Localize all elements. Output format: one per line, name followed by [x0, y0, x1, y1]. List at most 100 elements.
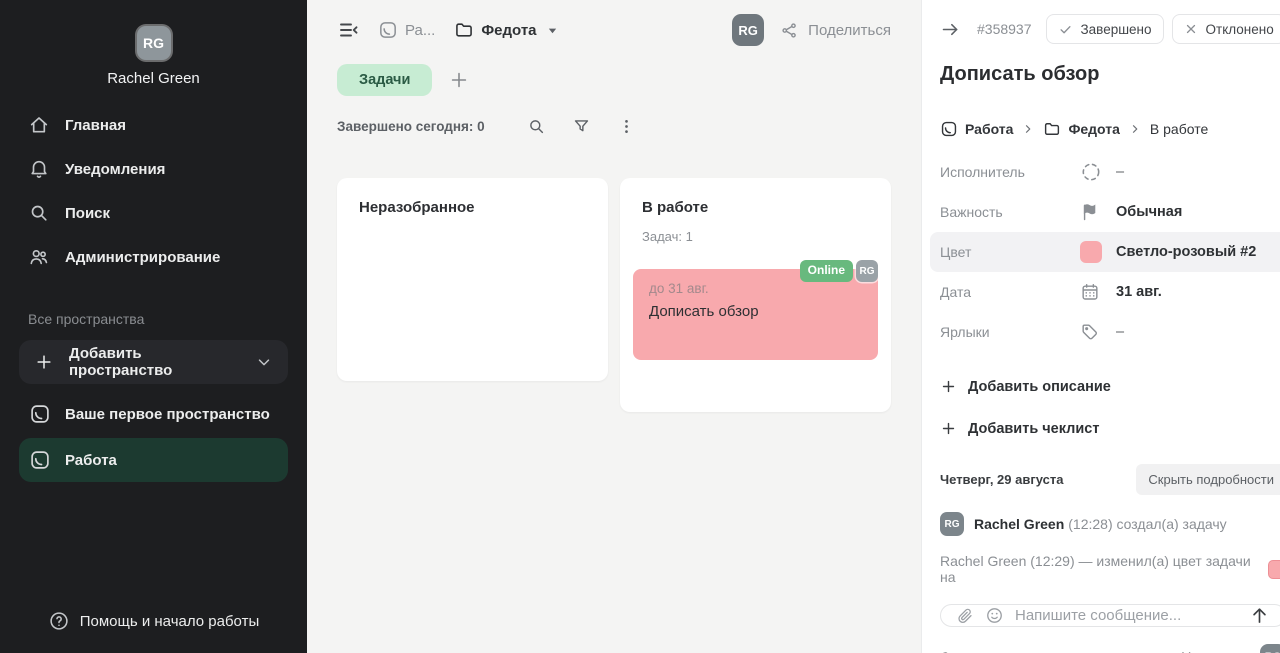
calendar-icon: [1080, 282, 1116, 302]
space-icon: [29, 403, 51, 425]
breadcrumb-folder-dropdown[interactable]: Федота: [454, 20, 557, 40]
board-topbar: Ра... Федота RG Поделиться: [337, 13, 891, 47]
complete-label: Завершено: [1081, 22, 1152, 37]
detail-header: #358937 Завершено Отклонено: [940, 14, 1280, 44]
unsubscribe-link[interactable]: Отписаться: [940, 650, 1013, 653]
task-title[interactable]: Дописать обзор: [940, 63, 1280, 86]
board-info-row: Завершено сегодня: 0: [337, 117, 891, 136]
space-icon: [29, 449, 51, 471]
participant-avatar[interactable]: RG: [1260, 644, 1280, 653]
field-priority[interactable]: Важность Обычная: [930, 192, 1280, 232]
space-icon: [378, 20, 398, 40]
search-icon[interactable]: [527, 117, 546, 136]
add-description-button[interactable]: Добавить описание: [940, 378, 1280, 395]
plus-icon: [34, 352, 54, 372]
emoji-icon[interactable]: [985, 606, 1004, 625]
share-icon: [780, 21, 799, 40]
sidebar-item-label: Уведомления: [65, 161, 165, 178]
field-value: 31 авг.: [1116, 284, 1162, 300]
sidebar-space-first[interactable]: Ваше первое пространство: [19, 392, 288, 436]
complete-button[interactable]: Завершено: [1046, 14, 1164, 44]
card-badges: Online RG: [800, 260, 878, 282]
sidebar-item-notifications[interactable]: Уведомления: [0, 147, 307, 191]
expand-panel-icon[interactable]: [940, 19, 961, 40]
folder-icon: [454, 20, 474, 40]
activity-text: Rachel Green (12:29) — изменил(а) цвет з…: [940, 553, 1260, 585]
tab-tasks[interactable]: Задачи: [337, 64, 432, 96]
breadcrumb-space[interactable]: Работа: [940, 120, 1013, 138]
add-space-button[interactable]: Добавить пространство: [19, 340, 288, 384]
field-assignee[interactable]: Исполнитель –: [930, 152, 1280, 192]
breadcrumb-column[interactable]: В работе: [1150, 121, 1208, 137]
completed-today-label: Завершено сегодня: 0: [337, 119, 485, 134]
column-title: В работе: [642, 199, 869, 216]
breadcrumb-folder[interactable]: Федота: [1043, 120, 1119, 138]
sidebar-item-label: Главная: [65, 117, 126, 134]
sidebar-item-admin[interactable]: Администрирование: [0, 235, 307, 279]
user-avatar[interactable]: RG: [137, 26, 171, 60]
attachment-icon[interactable]: [956, 607, 974, 625]
share-button[interactable]: Поделиться: [780, 21, 891, 40]
field-labels[interactable]: Ярлыки –: [930, 312, 1280, 352]
field-date[interactable]: Дата 31 авг.: [930, 272, 1280, 312]
participants-label: Участники:: [1182, 650, 1250, 653]
sidebar-item-home[interactable]: Главная: [0, 103, 307, 147]
board-topbar-left: Ра... Федота: [337, 18, 558, 42]
activity-date: Четверг, 29 августа: [940, 472, 1064, 487]
home-icon: [28, 114, 50, 136]
column-title: Неразобранное: [359, 199, 586, 216]
task-fields: Исполнитель – Важность Обычная Цвет Свет…: [940, 152, 1280, 352]
folder-icon: [1043, 120, 1061, 138]
caret-down-icon: [547, 25, 558, 36]
message-input[interactable]: [1015, 607, 1238, 624]
more-options-icon[interactable]: [617, 117, 636, 136]
sidebar-item-label: Поиск: [65, 205, 110, 222]
board-toolbar: [527, 117, 636, 136]
board-area: Ра... Федота RG Поделиться Зад: [307, 0, 921, 653]
color-swatch-icon: [1268, 560, 1280, 579]
field-label: Ярлыки: [940, 324, 1080, 340]
hide-details-button[interactable]: Скрыть подробности: [1136, 464, 1280, 495]
search-icon: [28, 202, 50, 224]
add-description-label: Добавить описание: [968, 379, 1111, 395]
participants: Участники: RG: [1182, 644, 1280, 653]
add-space-label: Добавить пространство: [69, 345, 240, 379]
breadcrumb-space[interactable]: Ра...: [378, 20, 435, 40]
sidebar-menu: Главная Уведомления Поиск Администрирова…: [0, 103, 307, 279]
board-tabs: Задачи: [337, 64, 891, 96]
message-composer: [940, 604, 1280, 627]
detail-footer: Отписаться Участники: RG: [940, 644, 1280, 653]
field-value: –: [1116, 324, 1124, 340]
add-checklist-button[interactable]: Добавить чеклист: [940, 420, 1280, 437]
space-icon: [940, 120, 958, 138]
send-message-icon[interactable]: [1249, 605, 1270, 626]
assignee-placeholder-icon: [1080, 161, 1116, 183]
activity-item-color-changed: Rachel Green (12:29) — изменил(а) цвет з…: [940, 553, 1280, 585]
decline-button[interactable]: Отклонено: [1172, 14, 1280, 44]
field-value: Светло-розовый #2: [1116, 244, 1256, 260]
kanban-columns: Неразобранное В работе Задач: 1 Online R…: [337, 178, 891, 412]
task-card[interactable]: Online RG до 31 авг. Дописать обзор: [633, 269, 878, 360]
sidebar: RG Rachel Green Главная Уведомления Поис…: [0, 0, 307, 653]
filter-icon[interactable]: [572, 117, 591, 136]
breadcrumb-folder-label: Федота: [481, 22, 536, 39]
board-user-avatar[interactable]: RG: [732, 14, 764, 46]
collapse-sidebar-icon[interactable]: [337, 18, 361, 42]
field-label: Исполнитель: [940, 164, 1080, 180]
sidebar-space-work[interactable]: Работа: [19, 438, 288, 482]
activity-header: Четверг, 29 августа Скрыть подробности: [940, 464, 1280, 495]
activity-item-created: RG Rachel Green(12:28) создал(а) задачу: [940, 512, 1280, 536]
activity-user-name: Rachel Green: [974, 516, 1064, 532]
plus-icon: [940, 420, 957, 437]
add-tab-icon[interactable]: [448, 69, 470, 91]
task-breadcrumb: Работа Федота В работе: [940, 120, 1280, 138]
column-unsorted: Неразобранное: [337, 178, 608, 381]
task-id: #358937: [977, 21, 1032, 37]
help-link[interactable]: Помощь и начало работы: [0, 610, 307, 653]
sidebar-item-search[interactable]: Поиск: [0, 191, 307, 235]
field-label: Дата: [940, 284, 1080, 300]
field-color[interactable]: Цвет Светло-розовый #2: [930, 232, 1280, 272]
space-label: Работа: [65, 452, 117, 469]
field-value: –: [1116, 164, 1124, 180]
card-due-date: до 31 авг.: [649, 281, 862, 296]
